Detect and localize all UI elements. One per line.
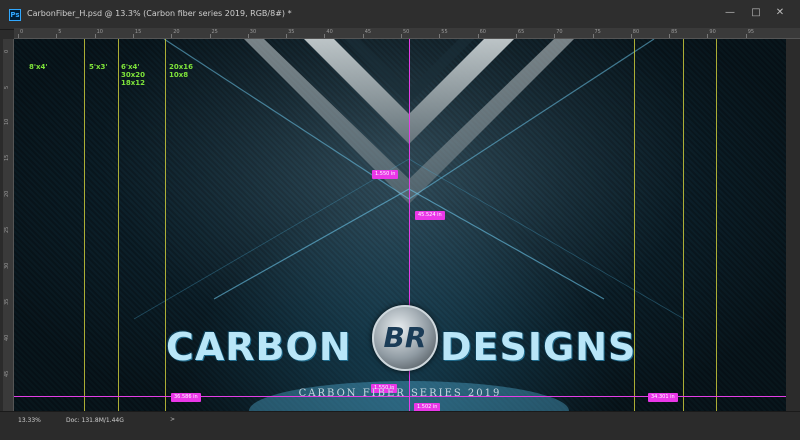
logo-letters: BR (383, 321, 427, 354)
brand-word-carbon: CARBON (166, 325, 352, 369)
size-label-6x4: 6'x4' (121, 63, 140, 71)
ruler-tick (401, 34, 402, 38)
measurement-badge: 45.524 in (415, 211, 445, 220)
ruler-tick-label: 5 (58, 29, 62, 35)
document-tab-bar: Ps CarbonFiber_H.psd @ 13.3% (Carbon fib… (0, 0, 800, 30)
ruler-tick-label: 20 (4, 190, 10, 197)
ruler-tick-label: 55 (441, 29, 448, 35)
ruler-tick-label: 10 (4, 118, 10, 125)
ruler-tick-label: 75 (594, 29, 601, 35)
ruler-tick (554, 34, 556, 38)
ruler-tick (56, 34, 58, 38)
ruler-tick-label: 50 (403, 29, 410, 35)
br-logo-badge: BR (372, 305, 438, 371)
ruler-tick-label: 70 (556, 29, 563, 35)
document-size-info: Doc: 131.8M/1.44G (66, 417, 124, 424)
ruler-tick (286, 34, 288, 38)
ruler-tick (362, 34, 364, 38)
ruler-tick-label: 15 (134, 29, 142, 35)
ruler-tick-label: 0 (4, 49, 10, 53)
document-title[interactable]: CarbonFiber_H.psd @ 13.3% (Carbon fiber … (27, 9, 292, 18)
ruler-tick-label: 5 (4, 85, 10, 89)
ruler-tick-label: 30 (249, 29, 257, 35)
ruler-tick-label: 10 (96, 29, 103, 35)
ruler-tick (707, 34, 709, 38)
ruler-tick-label: 20 (173, 29, 180, 35)
ruler-tick-label: 90 (709, 29, 716, 35)
status-bar: 13.33% Doc: 131.8M/1.44G > (0, 411, 800, 440)
ruler-tick-label: 25 (211, 29, 218, 35)
ruler-tick-label: 30 (4, 262, 10, 269)
maximize-icon[interactable]: □ (746, 5, 766, 21)
ruler-tick-label: 85 (671, 29, 678, 35)
size-label-10x8: 10x8 (169, 71, 189, 79)
ruler-tick-label: 25 (4, 226, 10, 233)
photoshop-window: Ps CarbonFiber_H.psd @ 13.3% (Carbon fib… (0, 0, 800, 440)
ruler-tick (209, 34, 211, 38)
ruler-tick (324, 34, 326, 38)
ruler-tick (477, 34, 479, 38)
size-label-5x3: 5'x3' (89, 63, 108, 71)
ruler-tick (171, 34, 173, 38)
zoom-level[interactable]: 13.33% (18, 417, 41, 424)
ruler-tick-label: 35 (288, 29, 295, 35)
ruler-tick-label: 65 (517, 29, 525, 35)
size-label-30x20: 30x20 (121, 71, 145, 79)
brand-word-designs: DESIGNS (440, 325, 637, 369)
ruler-tick (247, 34, 249, 38)
ruler-tick-label: 40 (326, 29, 333, 35)
ruler-tick-label: 45 (364, 29, 372, 35)
ruler-tick-label: 45 (4, 370, 10, 377)
series-text: CARBON FIBER SERIES 2019 (298, 388, 502, 399)
ruler-tick-label: 35 (4, 298, 10, 305)
size-label-8x4: 8'x4' (29, 63, 48, 71)
ruler-tick-label: 0 (20, 29, 24, 35)
ruler-tick (515, 34, 517, 38)
ruler-tick (132, 34, 134, 38)
ruler-tick-label: 95 (747, 29, 755, 35)
ruler-tick (745, 34, 747, 38)
ruler-tick (439, 34, 441, 38)
horizontal-ruler[interactable]: 0 5 10 15 20 25 30 35 40 45 50 55 60 65 70 75 80 85 90 95 (14, 28, 800, 39)
measurement-badge: 1.502 in (414, 403, 441, 411)
ruler-tick-label: 15 (4, 154, 10, 161)
ruler-tick (669, 34, 671, 38)
ruler-tick (94, 34, 96, 38)
close-icon[interactable]: ✕ (770, 5, 790, 21)
size-label-20x16: 20x16 (169, 63, 193, 71)
ruler-tick (592, 34, 594, 38)
ruler-tick-label: 60 (479, 29, 486, 35)
status-menu-arrow-icon[interactable]: > (170, 416, 175, 423)
ruler-tick (18, 34, 19, 38)
ruler-tick-label: 80 (632, 29, 640, 35)
ruler-tick (630, 34, 632, 38)
size-label-18x12: 18x12 (121, 79, 145, 87)
vertical-ruler[interactable]: 0 5 10 15 20 25 30 35 40 45 (3, 39, 14, 411)
ruler-tick-label: 40 (4, 334, 10, 341)
document-canvas[interactable]: 8'x4' 5'x3' 6'x4' 30x20 18x12 20x16 10x8… (14, 39, 786, 411)
minimize-icon[interactable]: — (720, 5, 740, 21)
photoshop-app-icon: Ps (9, 9, 21, 21)
measurement-badge: 1.550 in (372, 170, 399, 179)
